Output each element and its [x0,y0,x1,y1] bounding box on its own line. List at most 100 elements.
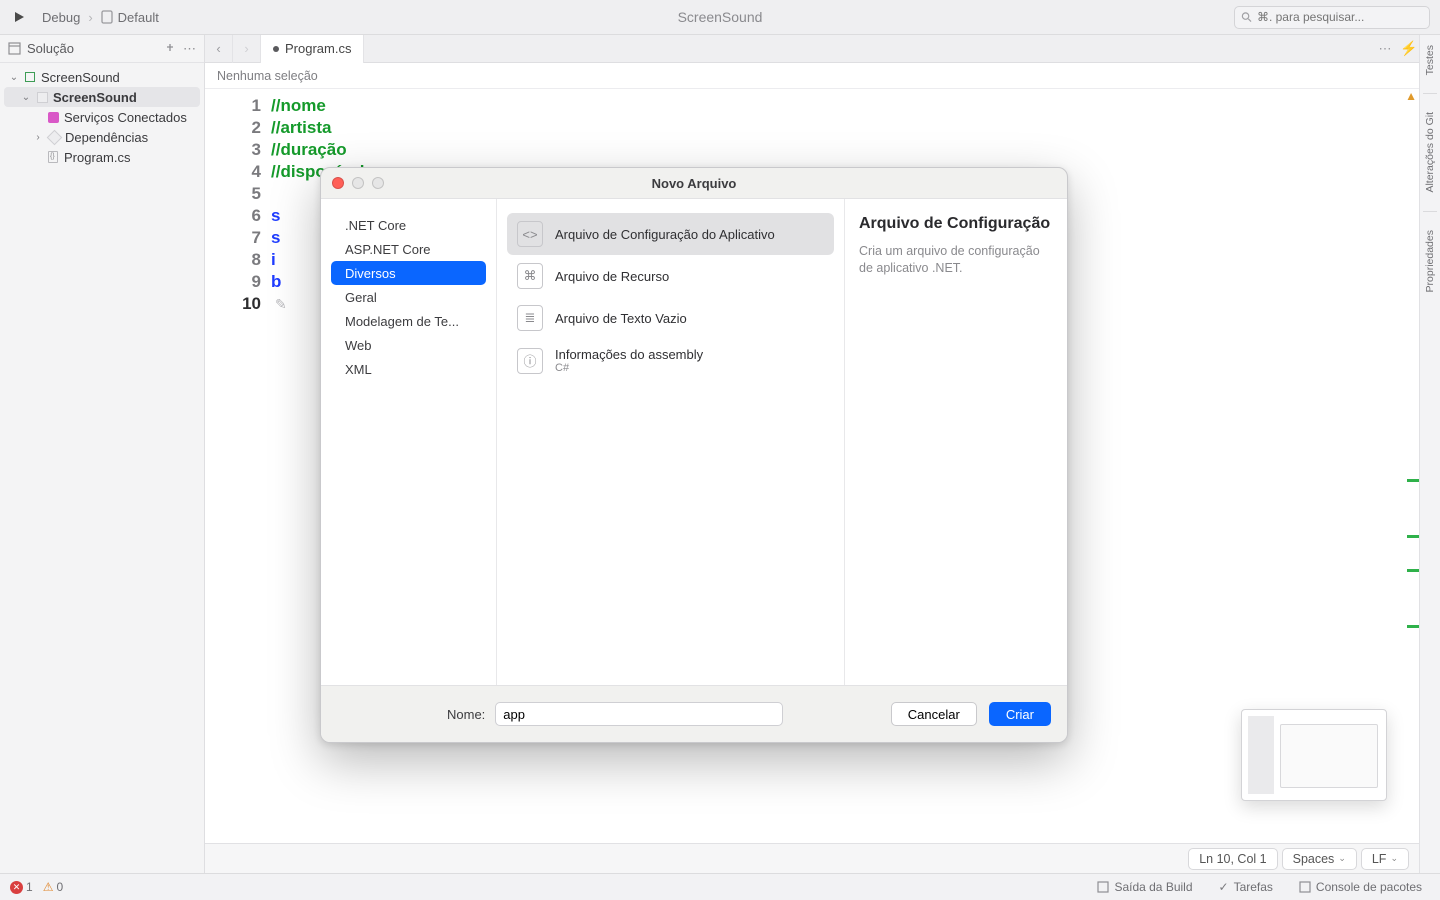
template-item-icon: ⓘ [517,348,543,374]
sidebar-overflow-icon[interactable]: ⋯ [183,41,196,57]
dirty-indicator-icon [273,46,279,52]
global-search[interactable] [1234,6,1430,29]
template-category-item[interactable]: XML [331,357,486,381]
create-button[interactable]: Criar [989,702,1051,726]
template-item[interactable]: ≣Arquivo de Texto Vazio [507,297,834,339]
template-category-item[interactable]: Geral [331,285,486,309]
solution-explorer-header: Solução ⋯ [0,35,204,63]
dialog-footer: Nome: Cancelar Criar [321,686,1067,742]
tab-label: Program.cs [285,41,351,56]
tree-item-label: Serviços Conectados [64,110,187,125]
tree-project-node[interactable]: ⌄ ScreenSound [4,87,200,107]
solution-icon [25,72,35,82]
chevron-right-icon: › [88,10,92,25]
run-config-label: Debug [42,10,80,25]
template-category-item[interactable]: .NET Core [331,213,486,237]
tree-solution-node[interactable]: ⌄ ScreenSound [0,67,204,87]
panel-icon [8,42,21,55]
template-category-item[interactable]: Diversos [331,261,486,285]
error-icon: ✕ [10,881,23,894]
right-rail: Testes Alterações do Git Propriedades [1419,35,1440,873]
caret-right-icon[interactable]: › [33,132,43,143]
caret-down-icon[interactable]: ⌄ [21,92,31,103]
dependencies-icon [46,129,62,145]
caret-down-icon[interactable]: ⌄ [9,72,19,83]
solution-explorer: Solução ⋯ ⌄ ScreenSound ⌄ ScreenSound Se… [0,35,205,873]
tree-project-label: ScreenSound [53,90,137,105]
template-category-item[interactable]: Modelagem de Te... [331,309,486,333]
global-search-input[interactable] [1257,10,1423,24]
cursor-position[interactable]: Ln 10, Col 1 [1188,848,1277,870]
template-item-sublabel: C# [555,362,703,374]
dialog-title: Novo Arquivo [321,176,1067,191]
tree-item-label: Dependências [65,130,148,145]
quick-actions-icon[interactable]: ⚡ [1399,40,1419,57]
tree-item-dependencies[interactable]: › Dependências [0,127,204,147]
template-item-label: Informações do assembly [555,347,703,362]
warning-icon: ⚠ [43,880,54,894]
tree-item-connected-services[interactable]: Serviços Conectados [0,107,204,127]
template-item[interactable]: ⓘ Informações do assemblyC# [507,339,834,382]
code-breadcrumb[interactable]: Nenhuma seleção [205,63,1419,89]
change-marker-icon [1407,479,1419,482]
panel-build-output[interactable]: Saída da Build [1089,880,1200,894]
template-detail-desc: Cria um arquivo de configuração de aplic… [859,243,1053,277]
connected-services-icon [48,112,59,123]
change-marker-icon [1407,535,1419,538]
panel-tasks[interactable]: ✓ Tarefas [1211,880,1281,894]
cancel-button[interactable]: Cancelar [891,702,977,726]
window-minimize-button[interactable] [352,177,364,189]
project-icon [37,92,48,103]
structure-minimap[interactable] [1241,709,1387,801]
template-category-list: .NET CoreASP.NET CoreDiversosGeralModela… [321,199,496,685]
app-footer: ✕ 1 ⚠ 0 Saída da Build ✓ Tarefas Console… [0,873,1440,900]
template-item-icon: <> [517,221,543,247]
window-zoom-button[interactable] [372,177,384,189]
tree-solution-label: ScreenSound [41,70,120,85]
run-config-selector[interactable]: Debug › Default [42,10,159,25]
tree-item-label: Program.cs [64,150,130,165]
pin-icon[interactable] [163,42,177,56]
template-category-item[interactable]: ASP.NET Core [331,237,486,261]
editor-statusbar: Ln 10, Col 1 Spaces⌄ LF⌄ [205,843,1419,873]
template-item-label: Arquivo de Recurso [555,269,669,284]
check-icon: ✓ [1219,880,1229,894]
filename-label: Nome: [447,707,485,722]
template-item[interactable]: <> Arquivo de Configuração do Aplicativo [507,213,834,255]
chevron-down-icon: ⌄ [1338,853,1346,864]
indent-selector[interactable]: Spaces⌄ [1282,848,1357,870]
tab-program-cs[interactable]: Program.cs [261,35,364,63]
tab-overflow-button[interactable]: ⋯ [1371,41,1399,57]
rail-tab-tests[interactable]: Testes [1424,41,1436,79]
new-file-dialog: Novo Arquivo .NET CoreASP.NET CoreDivers… [320,167,1068,743]
warning-count[interactable]: ⚠ 0 [43,880,63,894]
app-toolbar: Debug › Default ScreenSound [0,0,1440,35]
editor-tabbar: ‹ › Program.cs ⋯ ⚡ [205,35,1419,63]
run-target[interactable]: Default [101,10,159,25]
eol-selector[interactable]: LF⌄ [1361,848,1409,870]
nav-back-button[interactable]: ‹ [205,35,233,63]
window-title: ScreenSound [0,9,1440,25]
change-marker-icon [1407,569,1419,572]
rail-tab-properties[interactable]: Propriedades [1424,226,1436,296]
breadcrumb-label: Nenhuma seleção [217,69,318,83]
rail-tab-git-changes[interactable]: Alterações do Git [1424,108,1436,197]
template-item-label: Arquivo de Texto Vazio [555,311,687,326]
window-close-button[interactable] [332,177,344,189]
warning-marker-icon[interactable]: ▲ [1405,89,1417,103]
error-count[interactable]: ✕ 1 [10,880,33,894]
run-target-label: Default [118,10,159,25]
dialog-titlebar: Novo Arquivo [321,168,1067,198]
tree-item-program-cs[interactable]: Program.cs [0,147,204,167]
run-button[interactable] [10,8,28,26]
template-category-item[interactable]: Web [331,333,486,357]
nav-forward-button[interactable]: › [233,35,261,63]
template-item[interactable]: ⌘Arquivo de Recurso [507,255,834,297]
template-detail-heading: Arquivo de Configuração [859,215,1053,233]
template-item-label: Arquivo de Configuração do Aplicativo [555,227,775,242]
template-list: <> Arquivo de Configuração do Aplicativo ⌘… [496,199,845,685]
filename-input[interactable] [495,702,783,726]
panel-package-console[interactable]: Console de pacotes [1291,880,1430,894]
chevron-down-icon: ⌄ [1390,853,1398,864]
change-marker-icon [1407,625,1419,628]
